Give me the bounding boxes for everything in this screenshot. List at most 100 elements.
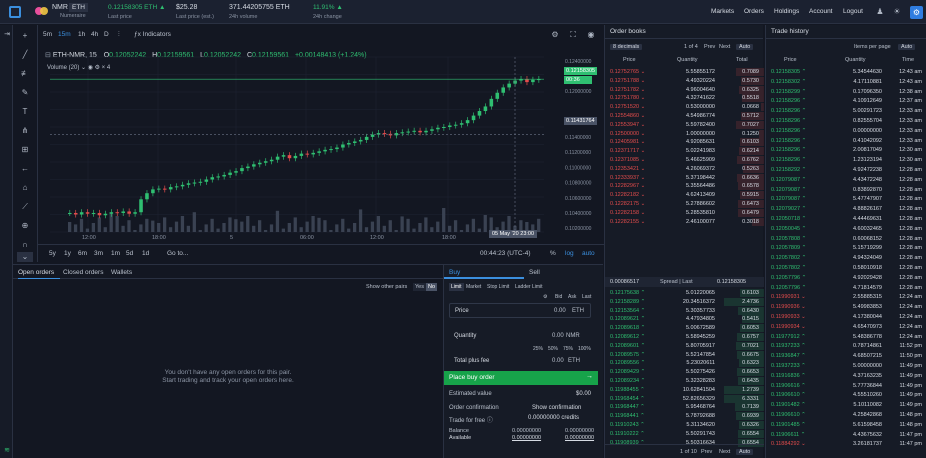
tab-wallets[interactable]: Wallets [111,269,132,276]
sell-tab[interactable]: Sell [529,269,540,276]
fib-icon[interactable]: ≢ [20,69,30,79]
fullscreen-icon[interactable]: ⛶ [568,30,578,40]
place-buy-button[interactable]: Place buy order → [444,371,598,385]
magnet-icon[interactable]: ∩ [20,240,30,250]
ask-row[interactable]: 0.12751520 ⌄ 0.53000000 0.0668 [605,103,764,112]
range-6m[interactable]: 6m [78,250,87,257]
ask-row[interactable]: 0.12282182 ⌄ 4.62413409 0.5915 [605,191,764,200]
range-5y[interactable]: 5y [49,250,56,257]
interval-1h[interactable]: 1h [78,31,85,38]
nav-orders[interactable]: Orders [744,8,764,15]
ask-row[interactable]: 0.12282175 ⌄ 5.27886602 0.6473 [605,200,764,208]
range-1d[interactable]: 1d [142,250,149,257]
bid-row[interactable]: 0.11988455 ⌃ 10.62841504 1.2739 [605,385,764,394]
nav-logout[interactable]: Logout [843,8,863,15]
ask-row[interactable]: 0.12353421 ⌄ 4.26069372 0.5263 [605,164,764,173]
yes-toggle[interactable]: Yes [413,283,426,291]
buy-tab[interactable]: Buy [449,269,460,276]
bid-row[interactable]: 0.12089234 ⌃ 5.32328283 0.6435 [605,377,764,385]
bid-row[interactable]: 0.12089621 ⌃ 4.47934805 0.5415 [605,315,764,324]
bid-row[interactable]: 0.11910243 ⌃ 5.31134620 0.6326 [605,421,764,429]
ask-row[interactable]: 0.12751782 ⌄ 4.96004640 0.6325 [605,85,764,94]
user-icon[interactable]: ♟ [875,7,885,17]
tab-open-orders[interactable]: Open orders [18,269,54,276]
ob-auto-select[interactable]: Auto [736,43,754,50]
quick-last[interactable]: Last [582,294,591,300]
nav-markets[interactable]: Markets [711,8,734,15]
percent-toggle[interactable]: % [550,250,556,257]
nav-holdings[interactable]: Holdings [774,8,799,15]
type-market[interactable]: Market [466,284,481,290]
bid-row[interactable]: 0.11968441 ⌃ 5.78792688 0.6939 [605,412,764,421]
ask-row[interactable]: 0.12282155 ⌄ 2.46100077 0.3018 [605,217,764,226]
bid-row[interactable]: 0.11910222 ⌃ 5.50291743 0.6554 [605,429,764,438]
price-input[interactable]: Price 0.00 ETH [449,303,591,318]
bid-row[interactable]: 0.12089429 ⌃ 5.50275426 0.6653 [605,368,764,377]
brush-icon[interactable]: ✎ [20,88,30,98]
bid-row[interactable]: 0.12089575 ⌃ 5.52147854 0.6675 [605,350,764,359]
available-quote[interactable]: 0.00000000 [512,435,541,441]
ask-row[interactable]: 0.12371717 ⌄ 5.02241983 0.6214 [605,147,764,156]
pct-50[interactable]: 50% [548,346,558,352]
ask-row[interactable]: 0.12752765 ⌄ 5.55855172 0.7089 [605,68,764,76]
interval-15m[interactable]: 15m [58,31,71,38]
collapse-arrow-icon[interactable]: ⇥ [2,30,12,40]
chart-settings-icon[interactable]: ⚙ [550,30,560,40]
ask-row[interactable]: 0.12333937 ⌄ 5.37198442 0.6636 [605,173,764,182]
trendline-icon[interactable]: ╱ [20,50,30,60]
ob-next[interactable]: Next [719,44,730,50]
price-chart[interactable]: 0.124000000.120000000.116000000.11400000… [38,47,604,244]
indicators-button[interactable]: ƒx Indicators [134,31,171,38]
interval-d[interactable]: D [104,31,109,38]
confirm-value[interactable]: Show confirmation [532,405,581,411]
pct-100[interactable]: 100% [578,346,591,352]
goto-button[interactable]: Go to... [167,250,188,257]
range-1m[interactable]: 1m [111,250,120,257]
range-5d[interactable]: 5d [126,250,133,257]
decimals-select[interactable]: 8 decimals [610,43,643,50]
toolbar-collapse-icon[interactable]: ⌄ [17,252,33,262]
quote-badge[interactable]: ETH [69,3,88,12]
ask-row[interactable]: 0.12553947 ⌄ 5.59782400 0.7027 [605,120,764,129]
bid-row[interactable]: 0.12158289 ⌃ 20.34516372 2.4736 [605,297,764,306]
price-settings-icon[interactable]: ⚙ [543,294,547,300]
range-3m[interactable]: 3m [94,250,103,257]
ask-row[interactable]: 0.12751788 ⌄ 4.49320224 0.5730 [605,76,764,85]
ask-row[interactable]: 0.12282967 ⌄ 5.35564486 0.6578 [605,182,764,191]
tab-closed-orders[interactable]: Closed orders [63,269,103,276]
type-ladder-limit[interactable]: Ladder Limit [515,284,543,290]
th-auto-select[interactable]: Auto [898,43,916,50]
bid-row[interactable]: 0.12089556 ⌃ 5.23020611 0.6323 [605,359,764,368]
quick-ask[interactable]: Ask [568,294,576,300]
app-logo[interactable] [9,6,21,18]
type-stop-limit[interactable]: Stop Limit [487,284,509,290]
bid-row[interactable]: 0.12089612 ⌃ 5.58945259 0.6757 [605,333,764,341]
ob-prev[interactable]: Prev [704,44,715,50]
back-arrow-icon[interactable]: ← [20,164,30,174]
crosshair-icon[interactable]: + [20,31,30,41]
log-toggle[interactable]: log [565,250,574,257]
ask-row[interactable]: 0.12751780 ⌄ 4.32741622 0.5518 [605,94,764,103]
pct-75[interactable]: 75% [563,346,573,352]
ask-row[interactable]: 0.12405981 ⌄ 4.92085631 0.6103 [605,138,764,147]
bid-row[interactable]: 0.12175638 ⌃ 5.01220065 0.6103 [605,289,764,297]
interval-5m[interactable]: 5m [43,31,52,38]
auto-toggle[interactable]: auto [582,250,595,257]
interval-4h[interactable]: 4h [91,31,98,38]
screenshot-icon[interactable]: ◉ [586,30,596,40]
nav-account[interactable]: Account [809,8,833,15]
lock-icon[interactable]: ⌂ [20,183,30,193]
pct-25[interactable]: 25% [533,346,543,352]
ob-footer-prev[interactable]: Prev [701,449,712,455]
bid-row[interactable]: 0.12153564 ⌃ 5.30357733 0.6430 [605,306,764,315]
candle-type-icon[interactable]: ⫶ [118,31,120,39]
type-limit[interactable]: Limit [449,283,464,291]
bid-row[interactable]: 0.11968454 ⌃ 52.82656329 6.3331 [605,394,764,403]
ask-row[interactable]: 0.12371085 ⌄ 5.46625909 0.6762 [605,156,764,164]
bid-row[interactable]: 0.12089618 ⌃ 5.00672589 0.6053 [605,324,764,333]
qty-value[interactable]: 0.00 [552,333,564,339]
no-toggle[interactable]: No [426,283,438,291]
measure-icon[interactable]: ⊞ [20,145,30,155]
ob-footer-next[interactable]: Next [719,449,730,455]
bid-row[interactable]: 0.11968447 ⌃ 5.95468764 0.7139 [605,403,764,412]
